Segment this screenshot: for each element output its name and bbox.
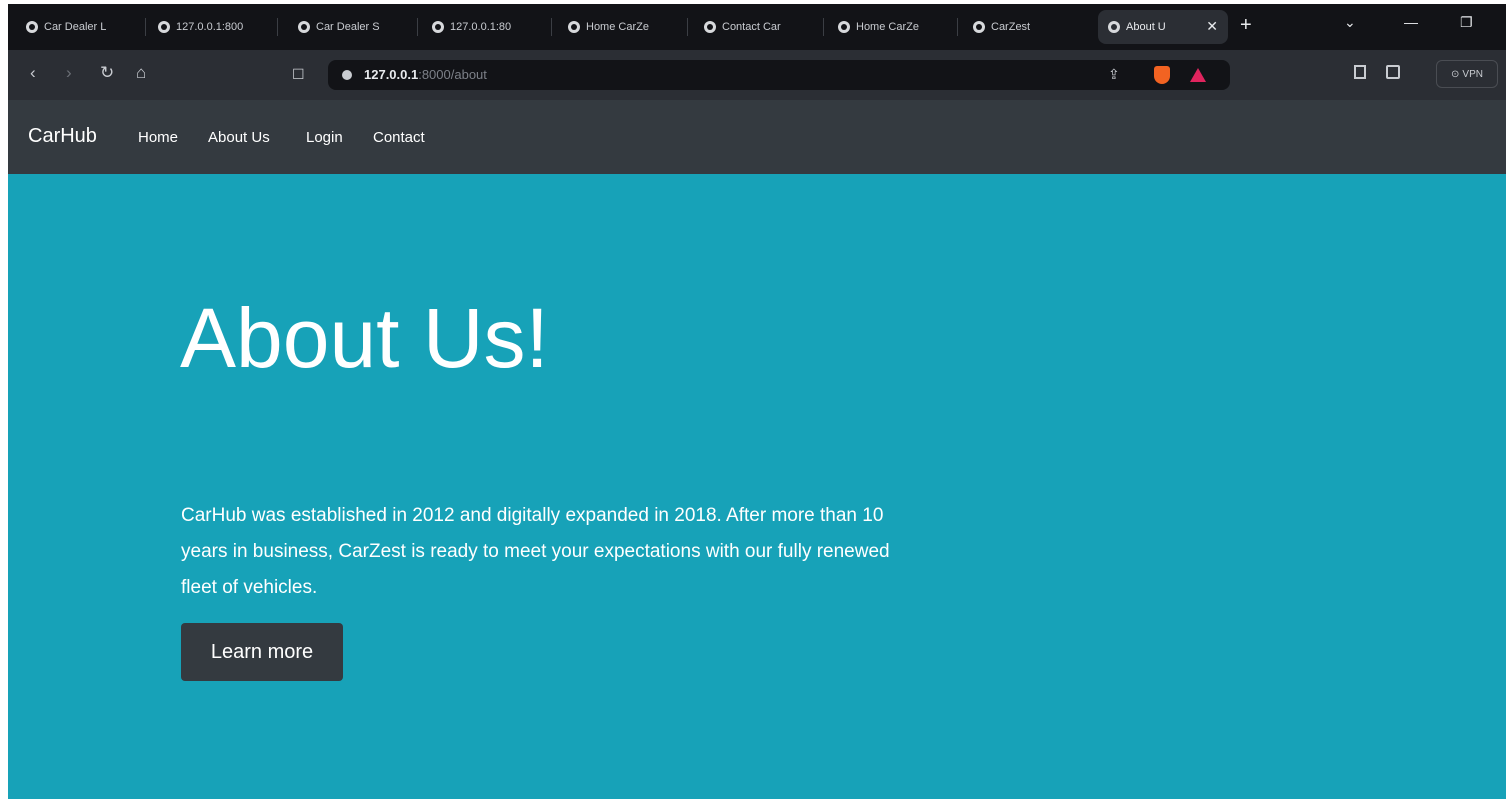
site-info-icon[interactable] [342, 70, 352, 80]
tab-separator [277, 18, 278, 36]
tab-separator [417, 18, 418, 36]
navbar-brand[interactable]: CarHub [28, 125, 97, 148]
tab-title: 127.0.0.1:800 [176, 21, 244, 33]
globe-icon [704, 21, 716, 33]
globe-icon [1108, 21, 1120, 33]
globe-icon [973, 21, 985, 33]
tab-title: Contact Car [722, 21, 781, 33]
tab-separator [687, 18, 688, 36]
tab[interactable]: Home CarZe [558, 10, 688, 44]
globe-icon [298, 21, 310, 33]
tab-active[interactable]: About U ✕ [1098, 10, 1228, 44]
nav-link-home[interactable]: Home [138, 129, 178, 146]
tab[interactable]: 127.0.0.1:800 [148, 10, 278, 44]
sidebar-toggle-icon[interactable] [1354, 65, 1366, 79]
tab-separator [551, 18, 552, 36]
tab[interactable]: Car Dealer L [16, 10, 146, 44]
vpn-icon: ⊙ [1451, 68, 1460, 80]
tab[interactable]: 127.0.0.1:80 [422, 10, 552, 44]
globe-icon [568, 21, 580, 33]
tab-title: Home CarZe [856, 21, 919, 33]
globe-icon [432, 21, 444, 33]
learn-more-button[interactable]: Learn more [181, 623, 343, 681]
site-navbar: CarHub Home About Us Login Contact [8, 100, 1506, 174]
url-host: 127.0.0.1 [364, 67, 419, 82]
maximize-button[interactable]: ❐ [1460, 14, 1473, 31]
tab[interactable]: Contact Car [694, 10, 824, 44]
minimize-button[interactable]: — [1404, 14, 1418, 30]
url-path: :8000/about [418, 67, 487, 82]
hero-text: CarHub was established in 2012 and digit… [181, 505, 890, 598]
close-icon[interactable]: ✕ [1206, 18, 1218, 35]
home-icon[interactable]: ⌂ [136, 63, 146, 83]
globe-icon [26, 21, 38, 33]
new-tab-button[interactable]: + [1240, 14, 1252, 37]
tab-separator [957, 18, 958, 36]
browser-window: Car Dealer L 127.0.0.1:800 Car Dealer S … [8, 4, 1506, 799]
reload-icon[interactable]: ↻ [100, 63, 114, 83]
hero-title: About Us! [180, 291, 549, 385]
tab-title: About U [1126, 21, 1166, 33]
tab-title: Home CarZe [586, 21, 649, 33]
page-content: CarHub Home About Us Login Contact About… [8, 100, 1506, 799]
tab-title: CarZest [991, 21, 1031, 33]
tab-separator [823, 18, 824, 36]
address-bar[interactable]: 127.0.0.1:8000/about ⇪ [328, 60, 1230, 90]
tab-title: Car Dealer L [44, 21, 107, 33]
brave-rewards-icon[interactable] [1190, 68, 1206, 82]
share-icon[interactable]: ⇪ [1108, 66, 1120, 83]
vpn-button[interactable]: ⊙ VPN [1436, 60, 1498, 88]
back-icon[interactable]: ‹ [30, 63, 36, 83]
nav-link-login[interactable]: Login [306, 129, 343, 146]
tab-title: Car Dealer S [316, 21, 380, 33]
tab-separator [145, 18, 146, 36]
nav-link-contact[interactable]: Contact [373, 129, 425, 146]
tab[interactable]: CarZest [963, 10, 1093, 44]
forward-icon[interactable]: › [66, 63, 72, 83]
globe-icon [158, 21, 170, 33]
globe-icon [838, 21, 850, 33]
bookmark-icon[interactable]: ☐ [292, 66, 305, 83]
vpn-label: VPN [1462, 68, 1483, 80]
tab[interactable]: Home CarZe [828, 10, 958, 44]
browser-toolbar: ‹ › ↻ ⌂ ☐ 127.0.0.1:8000/about ⇪ ⊙ VPN [8, 50, 1506, 100]
tab-search-button[interactable]: ⌄ [1344, 14, 1356, 31]
wallet-icon[interactable] [1386, 65, 1400, 79]
tab-strip: Car Dealer L 127.0.0.1:800 Car Dealer S … [8, 4, 1506, 50]
nav-link-about[interactable]: About Us [208, 129, 270, 146]
brave-shield-icon[interactable] [1154, 66, 1170, 84]
url-text[interactable]: 127.0.0.1:8000/about [364, 67, 487, 82]
tab[interactable]: Car Dealer S [288, 10, 418, 44]
tab-title: 127.0.0.1:80 [450, 21, 512, 33]
